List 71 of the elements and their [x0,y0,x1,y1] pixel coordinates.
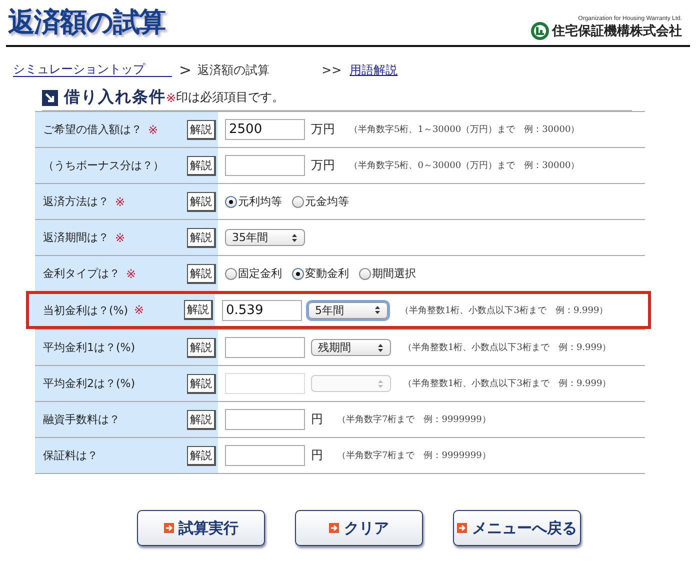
arrow-icon [329,523,339,533]
input-field[interactable] [225,409,305,430]
glossary-link[interactable]: 用語解説 [350,62,398,78]
radio-option[interactable]: 期間選択 [359,266,416,281]
page-title: 返済額の試算 [7,6,165,40]
radio-option[interactable]: 固定金利 [225,266,282,281]
required-mark: ※ [134,303,144,317]
field-label: 平均金利2は？(%) [43,376,136,391]
unit-label: 万円 [311,157,335,174]
section-title: 借り入れ条件 [64,87,166,108]
field-label: （うちボーナス分は？） [43,158,164,173]
breadcrumb-separator: > [179,61,192,79]
required-note: 印は必須項目です。 [176,89,284,106]
arrow-icon [164,523,174,533]
input-hint: （半角整数1桁、小数点以下3桁まで 例：9.999） [403,378,612,390]
input-hint: （半角整数1桁、小数点以下3桁まで 例：9.999） [403,342,612,354]
organization-name: 住宅保証機構株式会社 [552,22,682,40]
input-field[interactable]: 0.539 [222,300,302,320]
field-label: 保証料は？ [43,448,98,463]
help-button[interactable]: 解説 [187,192,216,212]
help-button[interactable]: 解説 [187,156,216,176]
required-mark: ※ [115,230,126,244]
dropdown[interactable]: 35年間 [225,229,305,246]
field-label: 返済期間は？ [43,230,109,245]
help-button[interactable]: 解説 [187,120,216,140]
field-label: 融資手数料は？ [43,412,120,427]
input-hint: （半角数字7桁まで 例：9999999） [337,414,491,426]
required-mark: ※ [126,266,136,280]
field-label: 平均金利1は？(%) [43,340,136,355]
radio-option[interactable]: 変動金利 [292,266,349,281]
breadcrumb-current: 返済額の試算 [198,62,270,78]
up-down-arrows-icon [291,232,298,242]
action-button[interactable]: クリア [295,510,423,546]
required-mark: ※ [166,90,176,104]
radio-option[interactable]: 元金均等 [292,194,349,209]
help-button[interactable]: 解説 [187,228,216,248]
input-field[interactable] [225,445,305,466]
input-hint: （半角数字7桁まで 例：9999999） [337,450,491,462]
help-button[interactable]: 解説 [187,374,216,394]
help-button[interactable]: 解説 [187,264,216,284]
field-label: 返済方法は？ [43,194,109,209]
field-label: 金利タイプは？ [43,266,120,281]
glossary-prefix: >> [322,63,342,77]
help-button[interactable]: 解説 [187,338,216,358]
help-button[interactable]: 解説 [184,300,213,320]
breadcrumb-link[interactable]: シミュレーショントップ [13,63,172,77]
input-hint: （半角数字5桁、1～30000（万円）まで 例：30000） [349,124,580,136]
required-mark: ※ [148,122,158,136]
up-down-arrows-icon [377,342,384,352]
action-button[interactable]: メニューへ戻る [453,510,581,546]
field-label: ご希望の借入額は？ [43,122,142,137]
input-field[interactable] [225,337,305,358]
input-hint: （半角整数1桁、小数点以下3桁まで 例：9.999） [400,304,608,316]
help-button[interactable]: 解説 [187,410,216,430]
up-down-arrows-icon [374,305,381,315]
unit-label: 円 [311,447,323,464]
dropdown[interactable]: 残期間 [311,339,391,356]
input-field[interactable] [225,155,305,176]
required-mark: ※ [115,194,126,208]
dropdown[interactable]: 5年間 [308,302,388,318]
input-field[interactable]: 2500 [225,119,305,140]
unit-label: 円 [311,411,323,428]
up-down-arrows-icon [377,378,384,388]
unit-label: 万円 [311,121,335,138]
action-button[interactable]: 試算実行 [137,510,265,546]
arrow-icon [457,523,467,533]
logo-icon [531,22,549,40]
radio-option[interactable]: 元利均等 [225,194,282,209]
field-label: 当初金利は？(%) [43,302,128,318]
input-hint: （半角数字5桁、0～30000（万円）まで 例：30000） [349,160,580,172]
help-button[interactable]: 解説 [187,446,216,466]
